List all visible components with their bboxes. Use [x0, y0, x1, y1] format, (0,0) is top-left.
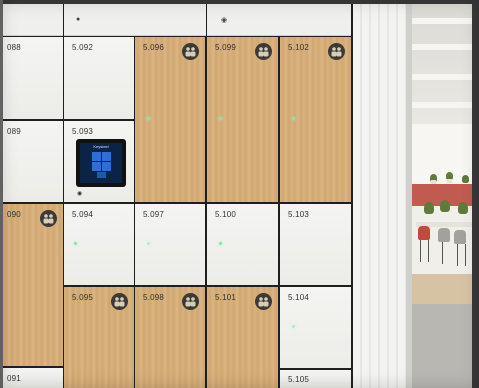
chair-leg	[428, 240, 429, 262]
panel-tile[interactable]	[102, 152, 111, 161]
panel-tile[interactable]	[92, 162, 101, 171]
locker-door[interactable]: 5.094	[64, 204, 134, 285]
image-border-top	[0, 0, 479, 4]
locker-door[interactable]: 088	[3, 37, 63, 119]
chair	[438, 228, 450, 242]
locker-door[interactable]: 5.092	[64, 37, 134, 119]
locker-door[interactable]: 5.095	[64, 287, 134, 388]
locker-number: 5.096	[143, 43, 165, 52]
pot	[447, 179, 452, 183]
chair-leg	[457, 244, 458, 266]
people-group-icon	[182, 293, 199, 310]
locker-door[interactable]: 5.102	[280, 37, 351, 202]
locker-number: 5.102	[288, 43, 310, 52]
locker-number: 5.097	[143, 210, 165, 219]
touchscreen-panel-icon[interactable]: Keysteel	[76, 139, 126, 187]
status-led	[292, 325, 295, 328]
locker-number: 5.103	[288, 210, 310, 219]
panel-tile[interactable]	[97, 172, 106, 178]
locker-door[interactable]: 5.098	[135, 287, 205, 388]
locker-number: 5.094	[72, 210, 94, 219]
locker-door[interactable]: 5.096	[135, 37, 205, 202]
wall-column	[353, 4, 412, 388]
locker-top-strip-edge	[3, 4, 63, 36]
plant-icon	[462, 175, 469, 183]
image-border-right	[472, 0, 479, 388]
status-led	[292, 117, 295, 120]
people-group-icon	[255, 293, 272, 310]
locker-number: 5.099	[215, 43, 237, 52]
status-led	[147, 117, 150, 120]
panel-header: Keysteel	[93, 144, 109, 149]
panel-screen[interactable]: Keysteel	[80, 143, 122, 183]
locker-number: 089	[7, 127, 21, 136]
locker-door[interactable]: 5.105	[280, 370, 351, 388]
people-group-icon	[111, 293, 128, 310]
image-border-left	[0, 0, 3, 388]
locker-number: 5.095	[72, 293, 94, 302]
people-group-icon	[328, 43, 345, 60]
lock-dot-icon: ◉	[221, 17, 228, 24]
locker-number: 5.093	[72, 127, 94, 136]
ceiling	[412, 4, 472, 124]
office-room	[412, 4, 472, 388]
locker-number: 5.098	[143, 293, 165, 302]
chair	[454, 230, 466, 244]
ceiling-light	[412, 18, 472, 24]
locker-number: 090	[7, 210, 21, 219]
locker-door[interactable]: 5.097	[135, 204, 205, 285]
ceiling-light	[412, 74, 472, 80]
status-led	[219, 117, 222, 120]
locker-number: 5.104	[288, 293, 310, 302]
photo-frame: ● ◉ 088 089 090 091 5.092 5.093 5.094 5.…	[0, 0, 479, 388]
locker-number: 091	[7, 374, 21, 383]
locker-door[interactable]: 090	[3, 204, 63, 366]
people-group-icon	[182, 43, 199, 60]
locker-door[interactable]: 091	[3, 368, 63, 388]
lock-dot-icon: ●	[76, 16, 81, 23]
locker-number: 5.101	[215, 293, 237, 302]
status-led	[147, 242, 150, 245]
locker-top-strip-left: ●	[64, 4, 206, 36]
chair-leg	[420, 240, 421, 262]
panel-tile[interactable]	[92, 152, 101, 161]
panel-tile[interactable]	[102, 162, 111, 171]
status-led	[74, 242, 77, 245]
locker-door[interactable]: 5.104	[280, 287, 351, 368]
plant-icon	[458, 202, 468, 214]
plant-icon	[424, 202, 434, 214]
locker-top-strip-right: ◉	[207, 4, 351, 36]
chair-leg	[465, 244, 466, 266]
people-group-icon	[40, 210, 57, 227]
locker-door[interactable]: 5.103	[280, 204, 351, 285]
status-led	[219, 242, 222, 245]
chair	[418, 226, 430, 240]
locker-number: 088	[7, 43, 21, 52]
people-group-icon	[255, 43, 272, 60]
locker-number: 5.105	[288, 375, 310, 384]
carpet	[412, 304, 472, 388]
locker-door[interactable]: 5.099	[207, 37, 278, 202]
ceiling-light	[412, 102, 472, 108]
card-reader-icon: ◉	[77, 191, 83, 197]
locker-number: 5.092	[72, 43, 94, 52]
chair-leg	[442, 242, 443, 264]
locker-door[interactable]: 089	[3, 121, 63, 202]
locker-number: 5.100	[215, 210, 237, 219]
locker-door[interactable]: 5.101	[207, 287, 278, 388]
ceiling-light	[412, 44, 472, 50]
locker-door[interactable]: 5.100	[207, 204, 278, 285]
plant-icon	[440, 200, 450, 212]
